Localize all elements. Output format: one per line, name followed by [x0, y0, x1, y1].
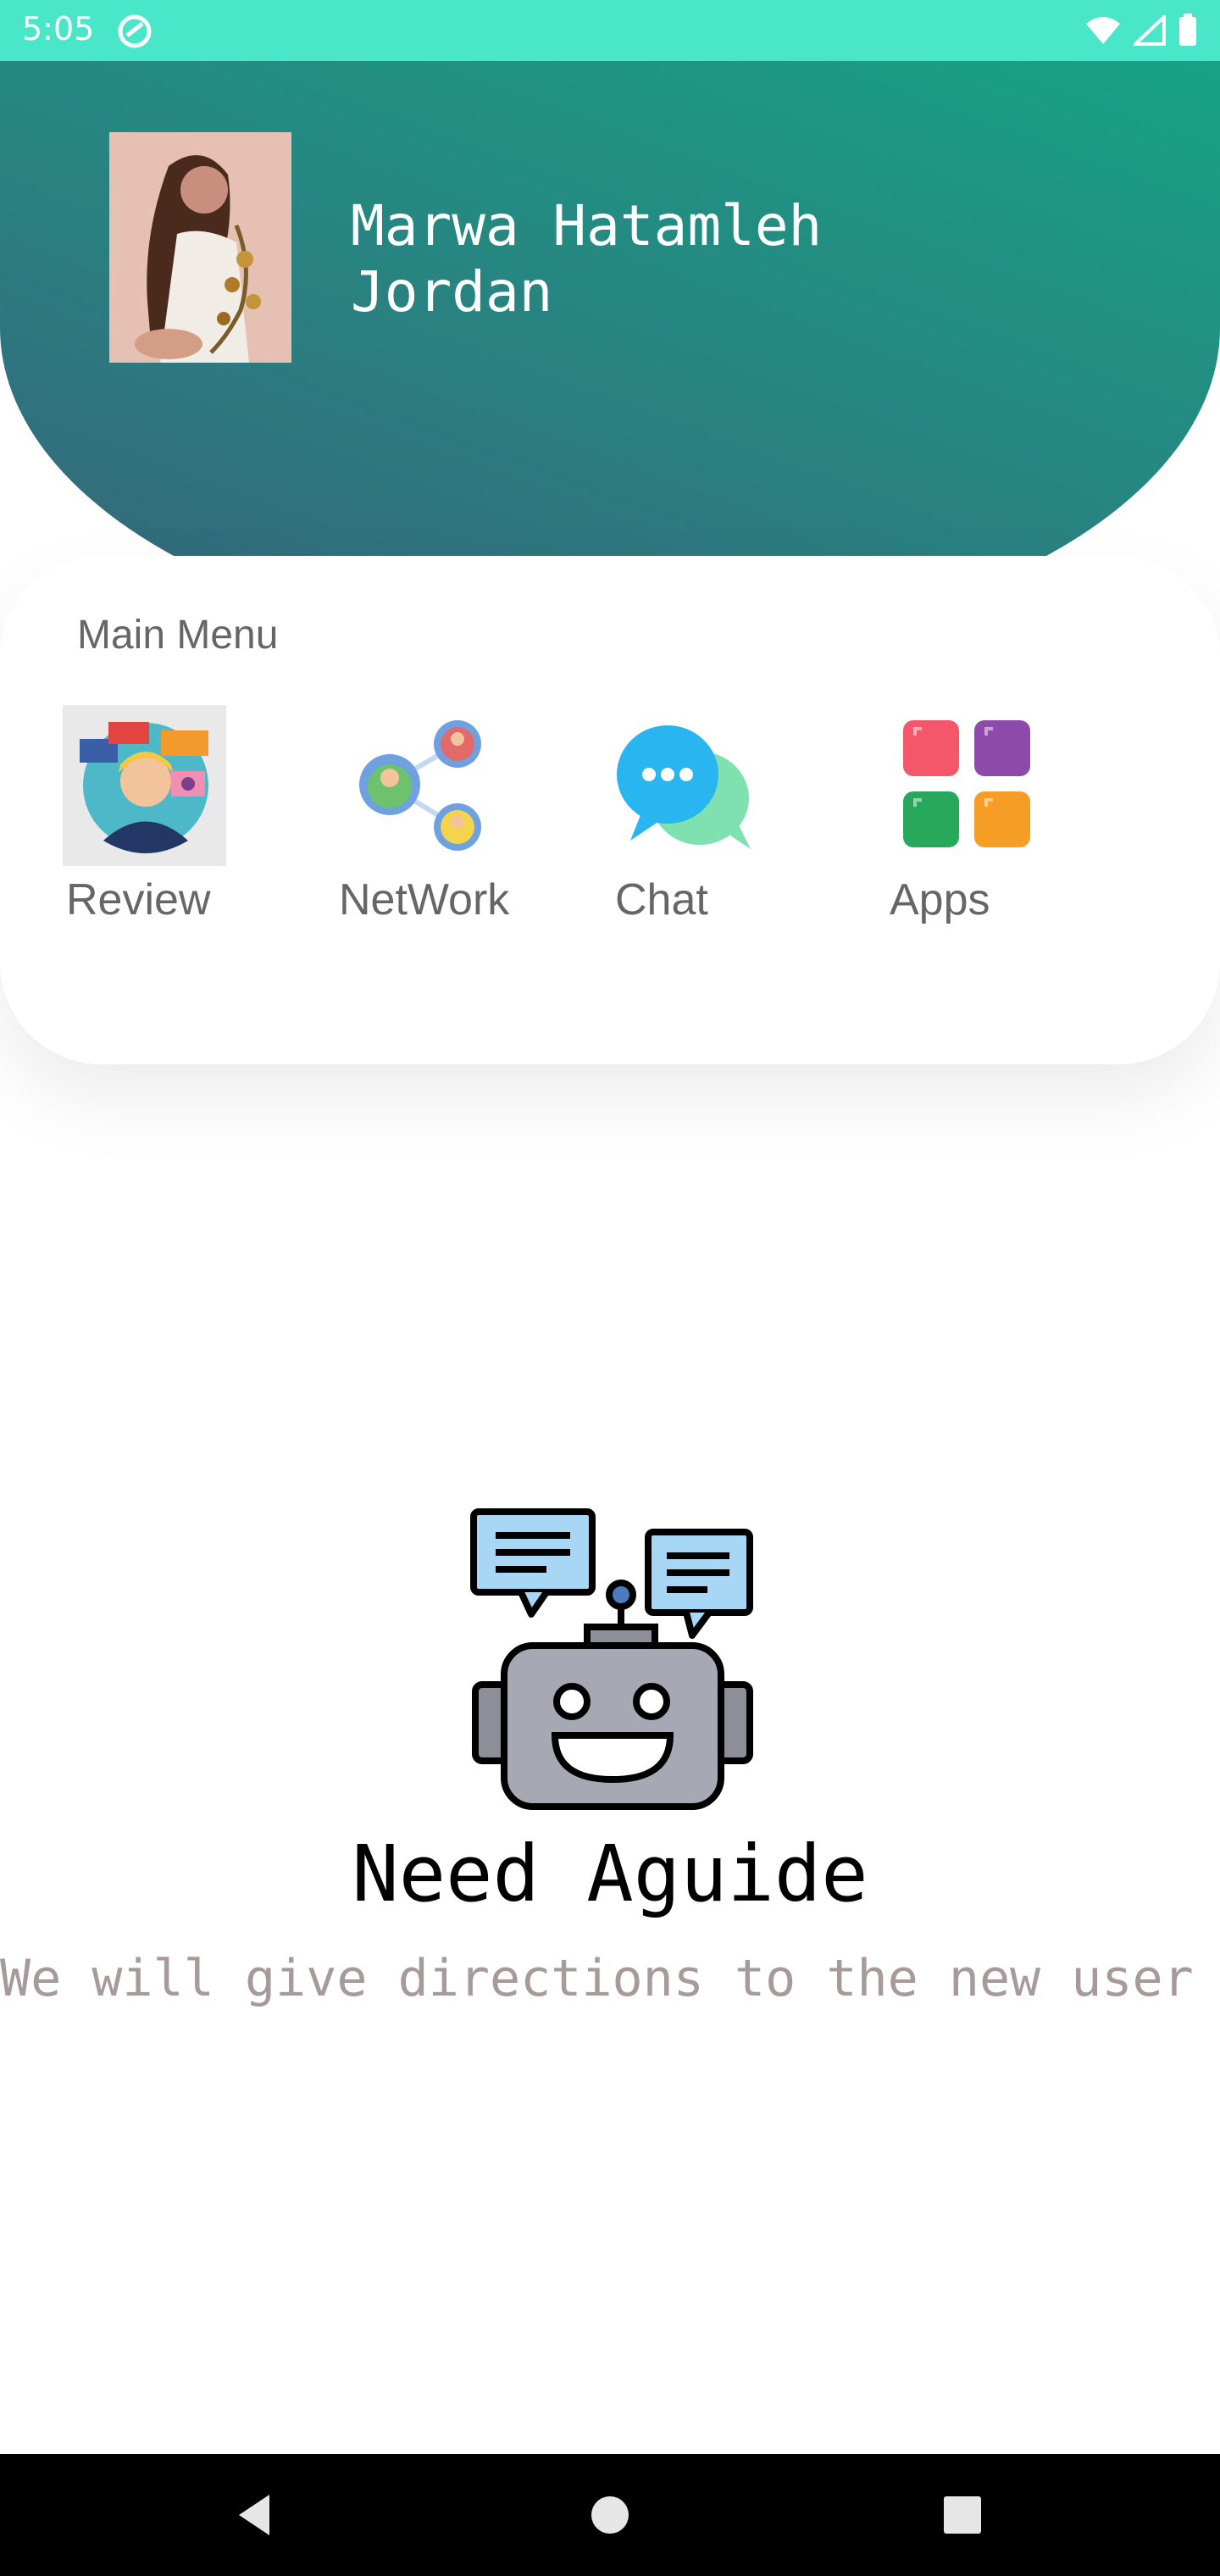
menu-label-network: NetWork [339, 875, 510, 924]
menu-label-chat: Chat [615, 875, 708, 924]
menu-item-apps[interactable]: Apps [890, 705, 1059, 934]
network-icon [359, 720, 481, 851]
guide-subtitle: We will give directions to the new user [0, 1949, 1194, 2008]
back-icon[interactable] [227, 2488, 281, 2542]
status-time: 5:05 [22, 10, 95, 47]
menu-label-apps: Apps [890, 875, 990, 924]
app-notification-icon [118, 14, 152, 48]
menu-item-chat[interactable]: Chat [615, 705, 785, 934]
apps-icon [903, 720, 1030, 847]
recents-icon[interactable] [935, 2488, 990, 2542]
menu-item-network[interactable]: NetWork [339, 705, 534, 934]
profile-country: Jordan [351, 259, 553, 325]
review-icon [63, 705, 226, 866]
battery-icon [1179, 14, 1196, 46]
menu-item-review[interactable]: Review [63, 705, 232, 934]
menu-label-review: Review [66, 875, 211, 924]
profile-name: Marwa Hatamleh [351, 193, 823, 258]
wifi-icon [1086, 17, 1120, 44]
robot-icon[interactable] [470, 1508, 754, 1813]
home-icon[interactable] [583, 2488, 637, 2542]
avatar-illustration [109, 132, 291, 363]
guide-title: Need Aguide [352, 1829, 868, 1919]
main-menu-title: Main Menu [77, 613, 279, 658]
profile-avatar[interactable] [109, 132, 291, 363]
chat-icon [617, 725, 751, 849]
signal-icon [1134, 15, 1166, 46]
status-bar: 5:05 [0, 0, 1220, 61]
system-nav-bar [0, 2454, 1220, 2576]
